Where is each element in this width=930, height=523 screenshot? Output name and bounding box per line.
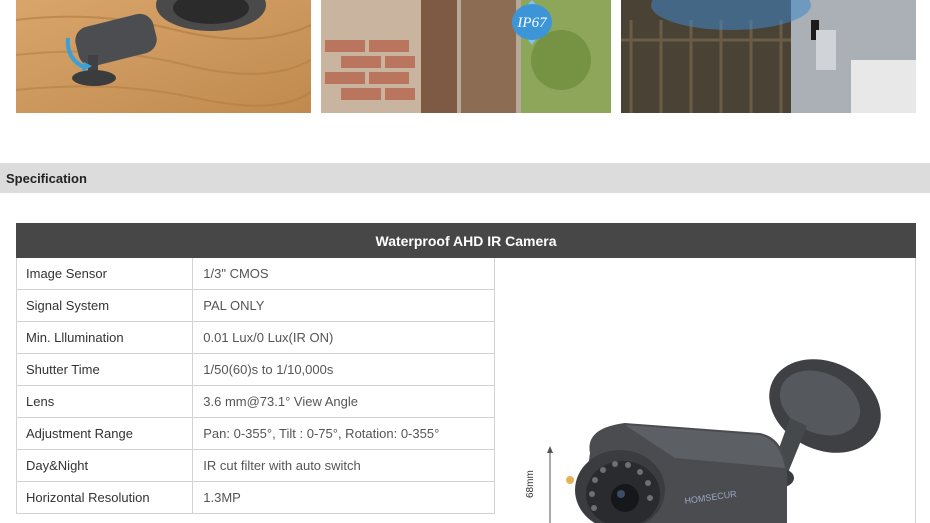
dimension-label: 68mm bbox=[525, 470, 536, 498]
ip67-badge: IP67 bbox=[516, 15, 548, 31]
spec-label: Day&Night bbox=[17, 450, 194, 481]
spec-value: 1.3MP bbox=[193, 482, 495, 513]
table-row: Day&Night IR cut filter with auto switch bbox=[16, 450, 495, 482]
specification-title: Specification bbox=[6, 171, 87, 186]
table-row: Min. Lllumination 0.01 Lux/0 Lux(IR ON) bbox=[16, 322, 495, 354]
spec-label: Horizontal Resolution bbox=[17, 482, 194, 513]
camera-product-image: HOMSECUR 68mm bbox=[495, 258, 916, 523]
spec-value: 0.01 Lux/0 Lux(IR ON) bbox=[193, 322, 495, 353]
spec-rows: Image Sensor 1/3" CMOS Signal System PAL… bbox=[16, 258, 495, 514]
table-row: Horizontal Resolution 1.3MP bbox=[16, 482, 495, 514]
spec-label: Adjustment Range bbox=[17, 418, 194, 449]
table-row: Shutter Time 1/50(60)s to 1/10,000s bbox=[16, 354, 495, 386]
spec-label: Min. Lllumination bbox=[17, 322, 194, 353]
camera-rotation-photo bbox=[16, 0, 311, 113]
spec-value: 1/3" CMOS bbox=[193, 258, 495, 289]
table-row: Lens 3.6 mm@73.1° View Angle bbox=[16, 386, 495, 418]
spec-value: 1/50(60)s to 1/10,000s bbox=[193, 354, 495, 385]
spec-table: Waterproof AHD IR Camera Image Sensor 1/… bbox=[16, 223, 916, 523]
spec-label: Signal System bbox=[17, 290, 194, 321]
specification-section-header: Specification bbox=[0, 163, 930, 193]
spec-value: Pan: 0-355°, Tilt : 0-75°, Rotation: 0-3… bbox=[193, 418, 495, 449]
spec-label: Lens bbox=[17, 386, 194, 417]
table-row: Signal System PAL ONLY bbox=[16, 290, 495, 322]
waterproof-photo: IP67 bbox=[321, 0, 611, 113]
spec-value: PAL ONLY bbox=[193, 290, 495, 321]
table-row: Adjustment Range Pan: 0-355°, Tilt : 0-7… bbox=[16, 418, 495, 450]
table-title: Waterproof AHD IR Camera bbox=[16, 223, 916, 258]
spec-label: Image Sensor bbox=[17, 258, 194, 289]
spec-label: Shutter Time bbox=[17, 354, 194, 385]
spec-value: IR cut filter with auto switch bbox=[193, 450, 495, 481]
night-vision-photo bbox=[621, 0, 916, 113]
table-row: Image Sensor 1/3" CMOS bbox=[16, 258, 495, 290]
spec-value: 3.6 mm@73.1° View Angle bbox=[193, 386, 495, 417]
